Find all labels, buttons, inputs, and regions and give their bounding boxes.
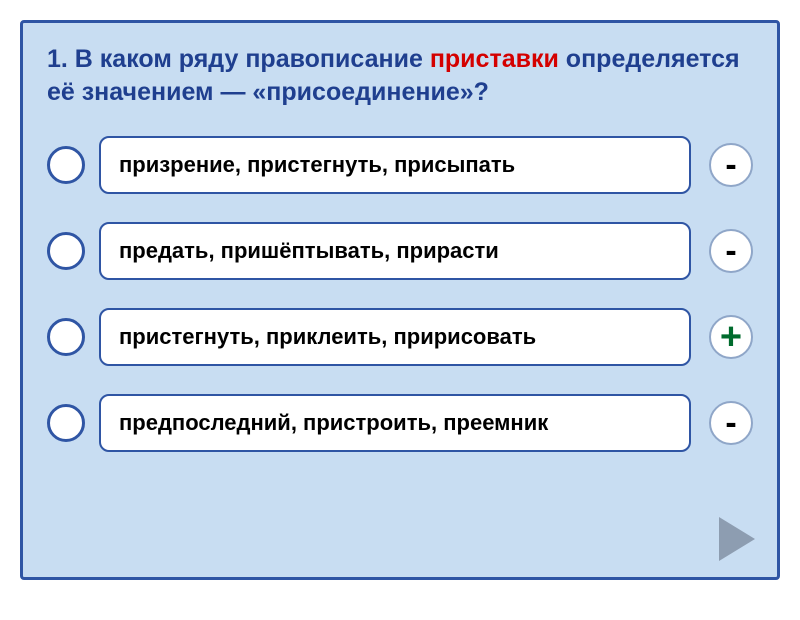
option-row-3: пристегнуть, приклеить, пририсовать + [47, 308, 753, 366]
option-text-4: предпоследний, пристроить, преемник [119, 410, 548, 435]
option-text-1: призрение, пристегнуть, присыпать [119, 152, 515, 177]
question-text: 1. В каком ряду правописание приставки о… [47, 43, 753, 108]
mark-1: - [709, 143, 753, 187]
option-row-4: предпоследний, пристроить, преемник - [47, 394, 753, 452]
mark-2: - [709, 229, 753, 273]
option-box-2[interactable]: предать, пришёптывать, прирасти [99, 222, 691, 280]
radio-2[interactable] [47, 232, 85, 270]
radio-4[interactable] [47, 404, 85, 442]
option-row-2: предать, пришёптывать, прирасти - [47, 222, 753, 280]
quiz-slide: 1. В каком ряду правописание приставки о… [20, 20, 780, 580]
option-box-3[interactable]: пристегнуть, приклеить, пририсовать [99, 308, 691, 366]
radio-1[interactable] [47, 146, 85, 184]
question-highlight: приставки [430, 45, 559, 73]
option-text-3: пристегнуть, приклеить, пририсовать [119, 324, 536, 349]
radio-3[interactable] [47, 318, 85, 356]
question-prefix: 1. В каком ряду правописание [47, 45, 430, 73]
next-arrow-icon[interactable] [719, 517, 755, 561]
option-text-2: предать, пришёптывать, прирасти [119, 238, 499, 263]
option-box-4[interactable]: предпоследний, пристроить, преемник [99, 394, 691, 452]
option-row-1: призрение, пристегнуть, присыпать - [47, 136, 753, 194]
mark-3: + [709, 315, 753, 359]
option-box-1[interactable]: призрение, пристегнуть, присыпать [99, 136, 691, 194]
mark-4: - [709, 401, 753, 445]
